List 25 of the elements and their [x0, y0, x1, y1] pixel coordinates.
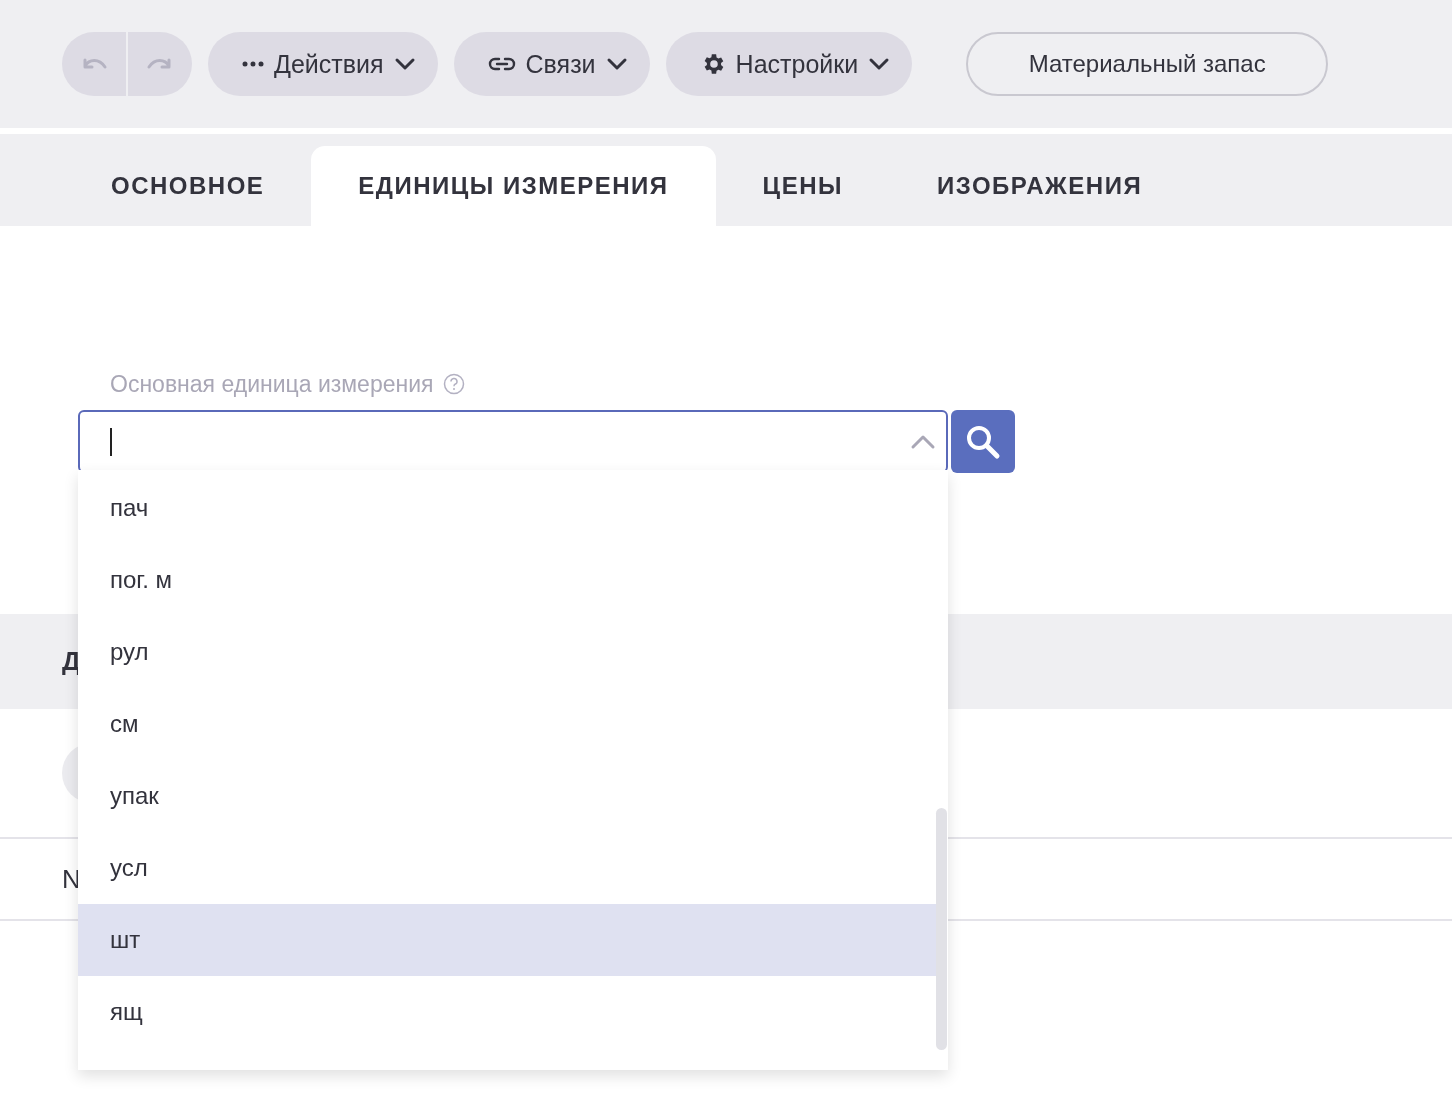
- menu-button[interactable]: Связи: [453, 32, 650, 96]
- chevron-down-icon: [605, 57, 628, 71]
- tab[interactable]: ЦЕНЫ: [715, 146, 890, 226]
- tab[interactable]: ИЗОБРАЖЕНИЯ: [890, 146, 1190, 226]
- dropdown-option[interactable]: см: [78, 688, 936, 760]
- stock-button[interactable]: Материальный запас: [966, 32, 1329, 96]
- help-icon: [443, 373, 466, 395]
- tab[interactable]: ЕДИНИЦЫ ИЗМЕРЕНИЯ: [311, 146, 716, 226]
- menu-button[interactable]: Действия: [208, 32, 438, 96]
- chevron-down-icon: [868, 57, 891, 71]
- dropdown-option[interactable]: усл: [78, 832, 936, 904]
- dropdown-option[interactable]: пог. м: [78, 544, 936, 616]
- scrollbar-thumb[interactable]: [936, 808, 947, 1050]
- dropdown-option[interactable]: шт: [78, 904, 936, 976]
- search-button[interactable]: [951, 410, 1015, 473]
- menu-button[interactable]: Настройки: [665, 32, 913, 96]
- field-label: Основная единица измерения: [110, 370, 434, 398]
- dropdown-option[interactable]: пач: [78, 472, 936, 544]
- link-icon: [487, 56, 516, 72]
- chevron-down-icon: [393, 57, 416, 71]
- dropdown-option[interactable]: ящ: [78, 976, 936, 1048]
- tab[interactable]: ОСНОВНОЕ: [64, 146, 312, 226]
- dots-icon: [242, 61, 264, 67]
- dropdown-option[interactable]: рул: [78, 616, 936, 688]
- dropdown-option[interactable]: упак: [78, 760, 936, 832]
